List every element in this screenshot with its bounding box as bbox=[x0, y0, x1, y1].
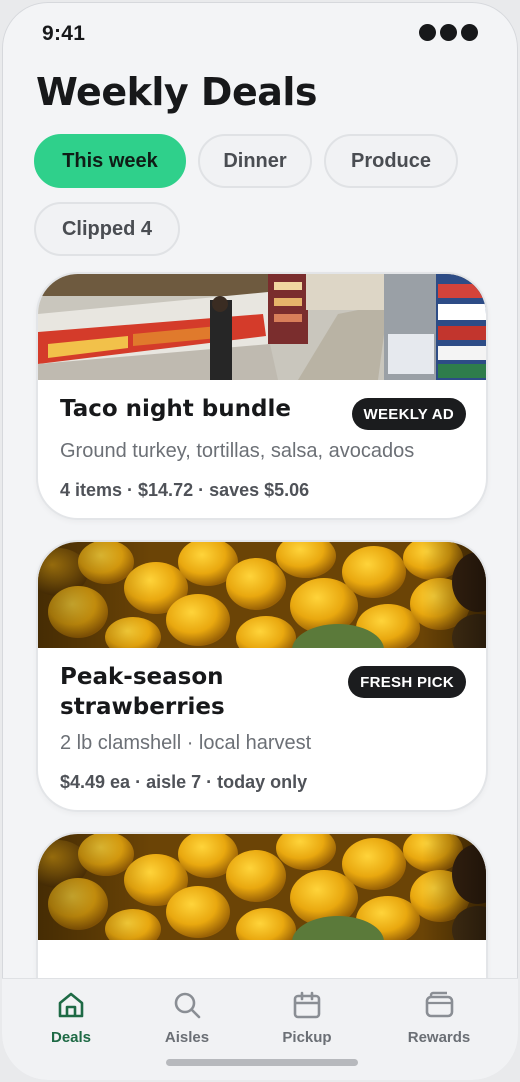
deal-title: Taco night bundle bbox=[60, 396, 291, 422]
page-title: Weekly Deals bbox=[36, 70, 318, 114]
filter-chip-clipped[interactable]: Clipped 4 bbox=[34, 202, 180, 256]
deal-description: 2 lb clamshell · local harvest bbox=[60, 732, 312, 754]
deal-title: Peak-season strawberries bbox=[60, 662, 225, 722]
deal-title-line: strawberries bbox=[60, 694, 225, 720]
deal-title-line: Peak-season bbox=[60, 664, 224, 690]
tab-label: Deals bbox=[50, 1029, 92, 1046]
deal-badge: WEEKLY AD bbox=[351, 398, 466, 430]
deal-badge: FRESH PICK bbox=[348, 666, 466, 698]
deal-card[interactable]: Taco night bundle WEEKLY AD Ground turke… bbox=[36, 272, 488, 520]
filter-chip-produce[interactable]: Produce bbox=[324, 134, 458, 188]
more-icon[interactable] bbox=[419, 24, 478, 41]
tab-aisles[interactable]: Aisles bbox=[132, 989, 242, 1046]
deal-meta: 4 items · $14.72 · saves $5.06 bbox=[60, 480, 310, 500]
home-icon bbox=[58, 992, 84, 1018]
tab-rewards[interactable]: Rewards bbox=[384, 989, 494, 1046]
deal-meta: $4.49 ea · aisle 7 · today only bbox=[60, 772, 308, 792]
filter-chip-dinner[interactable]: Dinner bbox=[198, 134, 312, 188]
home-indicator[interactable] bbox=[166, 1059, 358, 1066]
lemons-image bbox=[38, 542, 486, 648]
deal-description: Ground turkey, tortillas, salsa, avocado… bbox=[60, 440, 415, 462]
tab-label: Aisles bbox=[164, 1029, 210, 1046]
tab-pickup[interactable]: Pickup bbox=[252, 989, 362, 1046]
calendar-icon bbox=[293, 991, 321, 1019]
wallet-icon bbox=[425, 991, 454, 1018]
tab-label: Rewards bbox=[407, 1029, 471, 1046]
status-time: 9:41 bbox=[42, 22, 86, 45]
search-icon bbox=[174, 992, 201, 1019]
grocery-aisle-image bbox=[38, 274, 486, 380]
status-bar: 9:41 bbox=[2, 2, 518, 62]
deal-card[interactable]: Peak-season strawberries FRESH PICK 2 lb… bbox=[36, 540, 488, 812]
lemons-image bbox=[38, 834, 486, 940]
tab-deals[interactable]: Deals bbox=[16, 989, 126, 1046]
tab-label: Pickup bbox=[282, 1029, 332, 1046]
phone-frame: 9:41 Weekly Deals This week Dinner Produ… bbox=[2, 2, 518, 1080]
filter-chip-this-week[interactable]: This week bbox=[34, 134, 186, 188]
